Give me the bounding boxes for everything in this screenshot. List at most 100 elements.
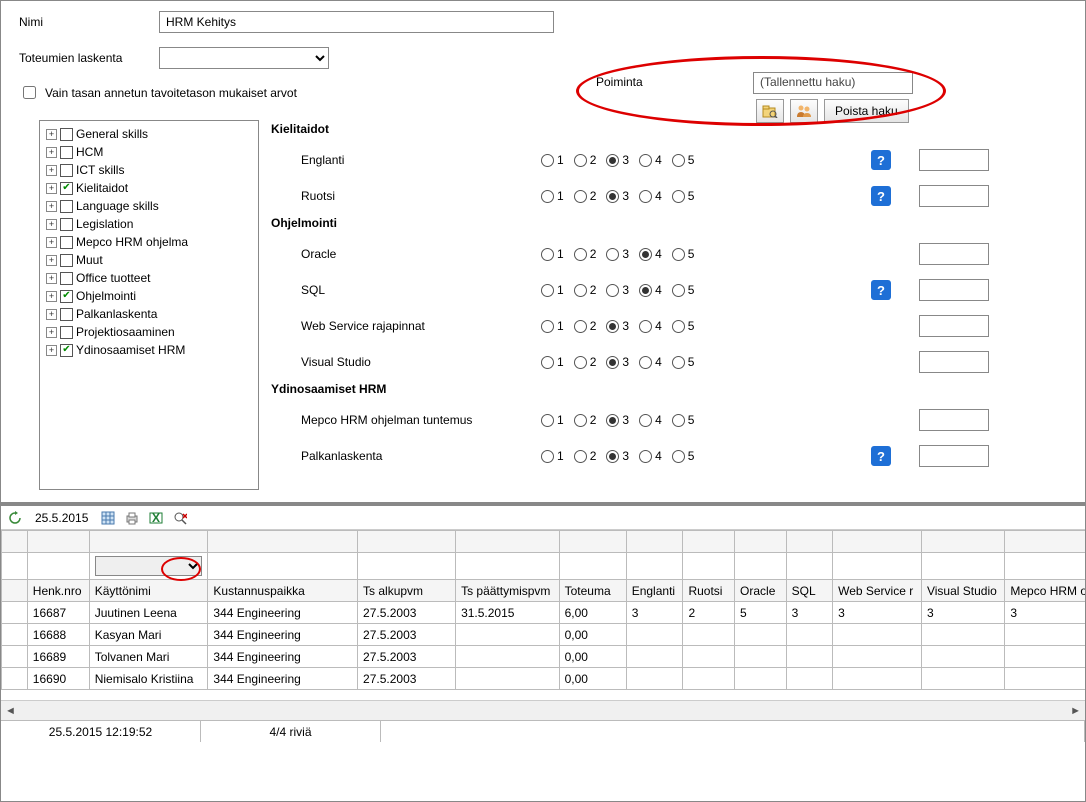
rating-radio[interactable] xyxy=(574,190,587,203)
tree-checkbox[interactable] xyxy=(60,308,73,321)
column-header[interactable]: Ts alkupvm xyxy=(358,580,456,602)
tree-item[interactable]: +Palkanlaskenta xyxy=(46,305,252,323)
print-icon[interactable] xyxy=(122,508,142,528)
rating-radio[interactable] xyxy=(639,320,652,333)
rating-radio[interactable] xyxy=(541,356,554,369)
rating-radio[interactable] xyxy=(541,320,554,333)
rating-radio[interactable] xyxy=(541,450,554,463)
rating-radio[interactable] xyxy=(639,356,652,369)
column-header[interactable]: Ruotsi xyxy=(683,580,735,602)
rating-radio[interactable] xyxy=(606,154,619,167)
rating-radio[interactable] xyxy=(541,154,554,167)
rating-radio[interactable] xyxy=(639,450,652,463)
tree-item[interactable]: +ICT skills xyxy=(46,161,252,179)
tree-checkbox[interactable] xyxy=(60,200,73,213)
tree-item[interactable]: +Legislation xyxy=(46,215,252,233)
rating-radio[interactable] xyxy=(639,154,652,167)
expand-icon[interactable]: + xyxy=(46,327,57,338)
vain-tasan-checkbox[interactable] xyxy=(23,86,36,99)
filter-select[interactable] xyxy=(95,556,203,576)
rating-radio[interactable] xyxy=(606,284,619,297)
refresh-icon[interactable] xyxy=(5,508,25,528)
table-row[interactable]: 16690Niemisalo Kristiina344 Engineering2… xyxy=(2,668,1086,690)
rating-radio[interactable] xyxy=(574,248,587,261)
tree-checkbox[interactable] xyxy=(60,146,73,159)
expand-icon[interactable]: + xyxy=(46,309,57,320)
toteumien-select[interactable] xyxy=(159,47,329,69)
clear-filter-icon[interactable] xyxy=(170,508,190,528)
column-header[interactable]: SQL xyxy=(786,580,832,602)
rating-radio[interactable] xyxy=(606,414,619,427)
tree-item[interactable]: +Mepco HRM ohjelma xyxy=(46,233,252,251)
rating-radio[interactable] xyxy=(606,320,619,333)
rating-radio[interactable] xyxy=(574,284,587,297)
scroll-right-icon[interactable]: ► xyxy=(1070,705,1081,717)
rating-radio[interactable] xyxy=(541,248,554,261)
tree-item[interactable]: +General skills xyxy=(46,125,252,143)
skill-value-input[interactable] xyxy=(919,445,989,467)
rating-radio[interactable] xyxy=(672,414,685,427)
column-header[interactable]: Kustannuspaikka xyxy=(208,580,358,602)
column-header[interactable]: Visual Studio xyxy=(921,580,1004,602)
rating-radio[interactable] xyxy=(672,248,685,261)
tree-checkbox[interactable] xyxy=(60,326,73,339)
tree-item[interactable]: +Projektiosaaminen xyxy=(46,323,252,341)
help-icon[interactable]: ? xyxy=(871,280,891,300)
expand-icon[interactable]: + xyxy=(46,273,57,284)
results-table[interactable]: Henk.nroKäyttönimiKustannuspaikkaTs alku… xyxy=(1,530,1085,690)
rating-radio[interactable] xyxy=(672,154,685,167)
rating-radio[interactable] xyxy=(574,414,587,427)
nimi-input[interactable] xyxy=(159,11,554,33)
expand-icon[interactable]: + xyxy=(46,129,57,140)
help-icon[interactable]: ? xyxy=(871,446,891,466)
tree-checkbox[interactable] xyxy=(60,182,73,195)
excel-export-icon[interactable]: X xyxy=(146,508,166,528)
rating-radio[interactable] xyxy=(606,356,619,369)
tree-checkbox[interactable] xyxy=(60,290,73,303)
tree-checkbox[interactable] xyxy=(60,218,73,231)
expand-icon[interactable]: + xyxy=(46,183,57,194)
tree-item[interactable]: +Ydinosaamiset HRM xyxy=(46,341,252,359)
column-header[interactable]: Henk.nro xyxy=(27,580,89,602)
tree-item[interactable]: +Language skills xyxy=(46,197,252,215)
table-row[interactable]: 16689Tolvanen Mari344 Engineering27.5.20… xyxy=(2,646,1086,668)
rating-radio[interactable] xyxy=(606,190,619,203)
scroll-left-icon[interactable]: ◄ xyxy=(5,705,16,717)
column-header[interactable]: Ts päättymispvm xyxy=(456,580,560,602)
rating-radio[interactable] xyxy=(541,190,554,203)
tree-checkbox[interactable] xyxy=(60,272,73,285)
rating-radio[interactable] xyxy=(541,414,554,427)
tree-checkbox[interactable] xyxy=(60,236,73,249)
rating-radio[interactable] xyxy=(574,450,587,463)
rating-radio[interactable] xyxy=(574,356,587,369)
expand-icon[interactable]: + xyxy=(46,345,57,356)
rating-radio[interactable] xyxy=(672,284,685,297)
expand-icon[interactable]: + xyxy=(46,219,57,230)
rating-radio[interactable] xyxy=(574,154,587,167)
skill-value-input[interactable] xyxy=(919,185,989,207)
table-row[interactable]: 16687Juutinen Leena344 Engineering27.5.2… xyxy=(2,602,1086,624)
skill-value-input[interactable] xyxy=(919,243,989,265)
column-header[interactable]: Oracle xyxy=(735,580,787,602)
rating-radio[interactable] xyxy=(639,414,652,427)
rating-radio[interactable] xyxy=(606,248,619,261)
help-icon[interactable]: ? xyxy=(871,186,891,206)
rating-radio[interactable] xyxy=(606,450,619,463)
column-header[interactable]: Englanti xyxy=(626,580,683,602)
skill-value-input[interactable] xyxy=(919,149,989,171)
skill-tree[interactable]: +General skills+HCM+ICT skills+Kielitaid… xyxy=(39,120,259,490)
tree-item[interactable]: +Kielitaidot xyxy=(46,179,252,197)
column-header[interactable]: Käyttönimi xyxy=(89,580,208,602)
poiminta-field[interactable]: (Tallennettu haku) xyxy=(753,72,913,94)
expand-icon[interactable]: + xyxy=(46,237,57,248)
rating-radio[interactable] xyxy=(639,284,652,297)
expand-icon[interactable]: + xyxy=(46,165,57,176)
table-row[interactable]: 16688Kasyan Mari344 Engineering27.5.2003… xyxy=(2,624,1086,646)
grid-view-icon[interactable] xyxy=(98,508,118,528)
rating-radio[interactable] xyxy=(639,190,652,203)
horizontal-scrollbar[interactable]: ◄ ► xyxy=(1,700,1085,720)
tree-item[interactable]: +Office tuotteet xyxy=(46,269,252,287)
skill-value-input[interactable] xyxy=(919,279,989,301)
tree-item[interactable]: +Muut xyxy=(46,251,252,269)
expand-icon[interactable]: + xyxy=(46,255,57,266)
